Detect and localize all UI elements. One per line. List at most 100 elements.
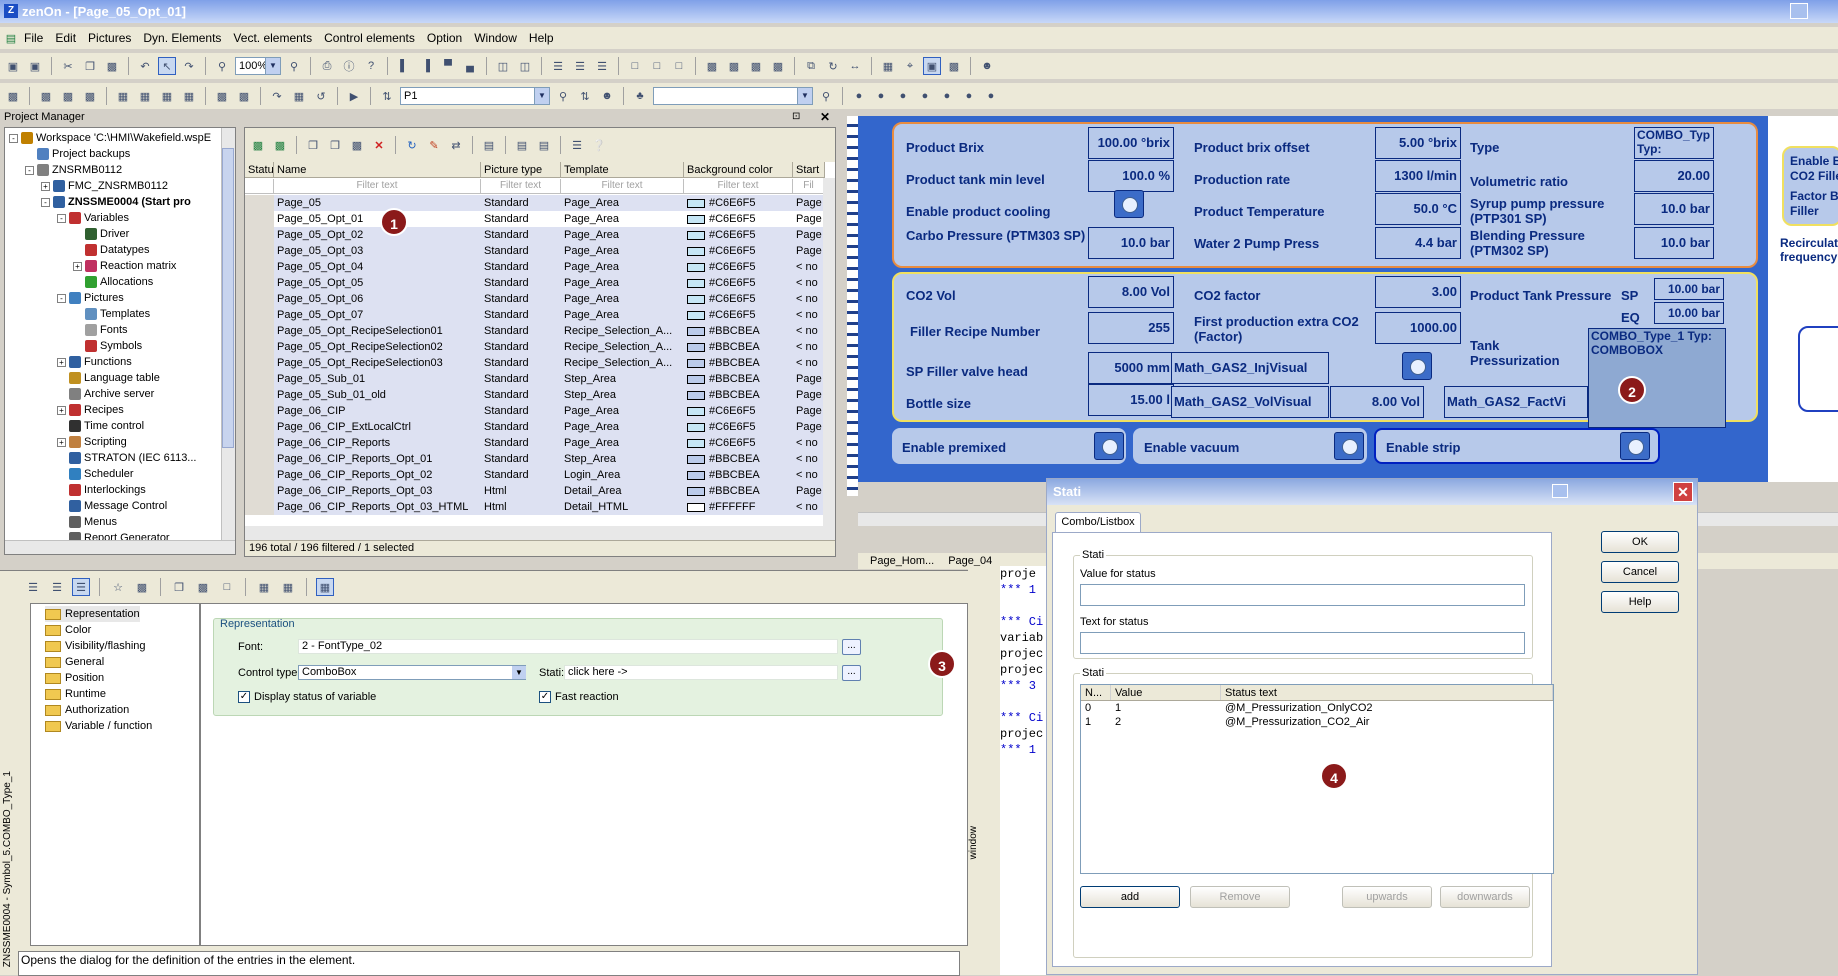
- menu-help[interactable]: Help: [523, 31, 560, 45]
- tree-item[interactable]: + Recipes: [57, 402, 124, 418]
- print-icon[interactable]: ⎙: [318, 57, 336, 75]
- col-picture-type[interactable]: Picture type: [481, 162, 561, 177]
- water-pump-value[interactable]: 4.4 bar: [1375, 227, 1461, 259]
- filter-name[interactable]: Filter text: [274, 179, 481, 193]
- sort-icon[interactable]: ⇅: [378, 87, 396, 105]
- prop-general[interactable]: General: [45, 654, 104, 670]
- tree-item[interactable]: Project backups: [25, 146, 130, 162]
- tool6-icon[interactable]: ●: [960, 87, 978, 105]
- view-list-icon[interactable]: ☰: [24, 578, 42, 596]
- first-production-value[interactable]: 1000.00: [1375, 312, 1461, 344]
- collapse-icon[interactable]: ▦: [279, 578, 297, 596]
- front-icon[interactable]: ▩: [747, 57, 765, 75]
- properties-icon[interactable]: ▤: [480, 136, 498, 154]
- node4-icon[interactable]: ▦: [180, 87, 198, 105]
- close-icon[interactable]: ✕: [1673, 482, 1693, 502]
- size-icon[interactable]: □: [626, 57, 644, 75]
- collapse-icon[interactable]: -: [57, 293, 66, 303]
- sp-value[interactable]: 10.00 bar: [1654, 278, 1724, 300]
- users-icon[interactable]: ☻: [978, 57, 996, 75]
- tree-item[interactable]: + Reaction matrix: [73, 258, 176, 274]
- expand-icon[interactable]: ▦: [255, 578, 273, 596]
- bottle-size-value[interactable]: 15.00 l: [1088, 384, 1174, 416]
- tree-item[interactable]: Menus: [57, 514, 117, 530]
- tree-item[interactable]: Time control: [57, 418, 144, 434]
- tree-scrollbar[interactable]: [221, 128, 235, 540]
- col-n[interactable]: N...: [1081, 685, 1111, 700]
- symbol-icon[interactable]: ▩: [37, 87, 55, 105]
- save-all-icon[interactable]: ▣: [26, 57, 44, 75]
- production-rate-value[interactable]: 1300 l/min: [1375, 160, 1461, 192]
- col-status[interactable]: Status: [245, 162, 274, 177]
- table-row[interactable]: Page_05_Opt_RecipeSelection02 Standard Rec…: [245, 339, 825, 355]
- new-picture-icon[interactable]: ▩: [249, 136, 267, 154]
- grid-icon[interactable]: ▦: [879, 57, 897, 75]
- enable-strip-button[interactable]: [1620, 432, 1650, 460]
- prop-authorization[interactable]: Authorization: [45, 702, 129, 718]
- variable-select[interactable]: ▼: [653, 87, 813, 105]
- collapse-icon[interactable]: -: [9, 133, 18, 143]
- table-row[interactable]: Page_05_Opt_02 Standard Page_Area #C6E6F5 Pa…: [245, 227, 825, 243]
- align-top-icon[interactable]: ▀: [439, 57, 457, 75]
- collapse-icon[interactable]: -: [41, 197, 50, 207]
- table-row[interactable]: Page_05_Opt_RecipeSelection03 Standard Rec…: [245, 355, 825, 371]
- syrup-pump-value[interactable]: 10.0 bar: [1634, 193, 1714, 225]
- size2-icon[interactable]: □: [648, 57, 666, 75]
- list-hscrollbar[interactable]: [245, 526, 835, 540]
- tool2-icon[interactable]: ●: [872, 87, 890, 105]
- paste-icon[interactable]: ▩: [194, 578, 212, 596]
- tree-item[interactable]: - Variables: [57, 210, 129, 226]
- tree-item[interactable]: Language table: [57, 370, 160, 386]
- table-row[interactable]: Page_05_Sub_01_old Standard Step_Area #BBCB…: [245, 387, 825, 403]
- table-row[interactable]: Page_05 Standard Page_Area #C6E6F5 Page: [245, 195, 825, 211]
- element-icon[interactable]: ▩: [4, 87, 22, 105]
- export-icon[interactable]: ▤: [513, 136, 531, 154]
- picture-select[interactable]: P1 ▼: [400, 87, 550, 105]
- export-icon[interactable]: ↷: [268, 87, 286, 105]
- tool7-icon[interactable]: ●: [982, 87, 1000, 105]
- tab-combo-listbox[interactable]: Combo/Listbox: [1055, 512, 1141, 532]
- eq-value[interactable]: 10.00 bar: [1654, 302, 1724, 324]
- restore-icon[interactable]: [1552, 484, 1568, 498]
- find-icon[interactable]: ⚲: [554, 87, 572, 105]
- distribute-icon[interactable]: ☰: [549, 57, 567, 75]
- add-button[interactable]: add: [1080, 886, 1180, 908]
- tree-item[interactable]: + Functions: [57, 354, 132, 370]
- help-button[interactable]: Help: [1601, 591, 1679, 613]
- table-row[interactable]: Page_05_Opt_04 Standard Page_Area #C6E6F5 < …: [245, 259, 825, 275]
- prop-position[interactable]: Position: [45, 670, 104, 686]
- paste-icon[interactable]: ▩: [103, 57, 121, 75]
- flip-icon[interactable]: ⧉: [802, 57, 820, 75]
- col-start[interactable]: Start: [793, 162, 825, 177]
- remove-button[interactable]: Remove: [1190, 886, 1290, 908]
- filter-icon[interactable]: ⚲: [817, 87, 835, 105]
- fast-reaction-checkbox[interactable]: ✓: [539, 691, 551, 703]
- rotate-icon[interactable]: ↻: [824, 57, 842, 75]
- table-row[interactable]: Page_05_Sub_01 Standard Step_Area #BBCBEA Pa…: [245, 371, 825, 387]
- expand-icon[interactable]: +: [57, 405, 66, 415]
- collapse-icon[interactable]: -: [57, 213, 66, 223]
- copy-icon[interactable]: ❐: [170, 578, 188, 596]
- close-icon[interactable]: ✕: [820, 110, 830, 124]
- table-row[interactable]: 1 2 @M_Pressurization_CO2_Air: [1081, 715, 1553, 729]
- menu-control-elements[interactable]: Control elements: [318, 31, 421, 45]
- math-vol-visual[interactable]: Math_GAS2_VolVisual: [1171, 386, 1329, 418]
- filler-recipe-value[interactable]: 255: [1088, 312, 1174, 344]
- save-icon[interactable]: ▣: [4, 57, 22, 75]
- sp-filler-valve-value[interactable]: 5000 mm: [1088, 352, 1174, 384]
- col-name[interactable]: Name: [274, 162, 481, 177]
- zoom-icon[interactable]: ⚲: [213, 57, 231, 75]
- play-icon[interactable]: ▶: [345, 87, 363, 105]
- prop-representation[interactable]: Representation: [45, 606, 140, 622]
- view-tree-icon[interactable]: ☰: [48, 578, 66, 596]
- tree-item[interactable]: - ZNSRMB0112: [25, 162, 122, 178]
- tree-item[interactable]: Message Control: [57, 498, 167, 514]
- new-folder-icon[interactable]: ▩: [271, 136, 289, 154]
- tree-item[interactable]: Scheduler: [57, 466, 134, 482]
- menu-file[interactable]: File: [18, 31, 49, 45]
- menu-dyn-elements[interactable]: Dyn. Elements: [137, 31, 227, 45]
- columns-icon[interactable]: ☰: [568, 136, 586, 154]
- tree-item[interactable]: + FMC_ZNSRMB0112: [41, 178, 168, 194]
- menu-edit[interactable]: Edit: [49, 31, 82, 45]
- center-h-icon[interactable]: ◫: [494, 57, 512, 75]
